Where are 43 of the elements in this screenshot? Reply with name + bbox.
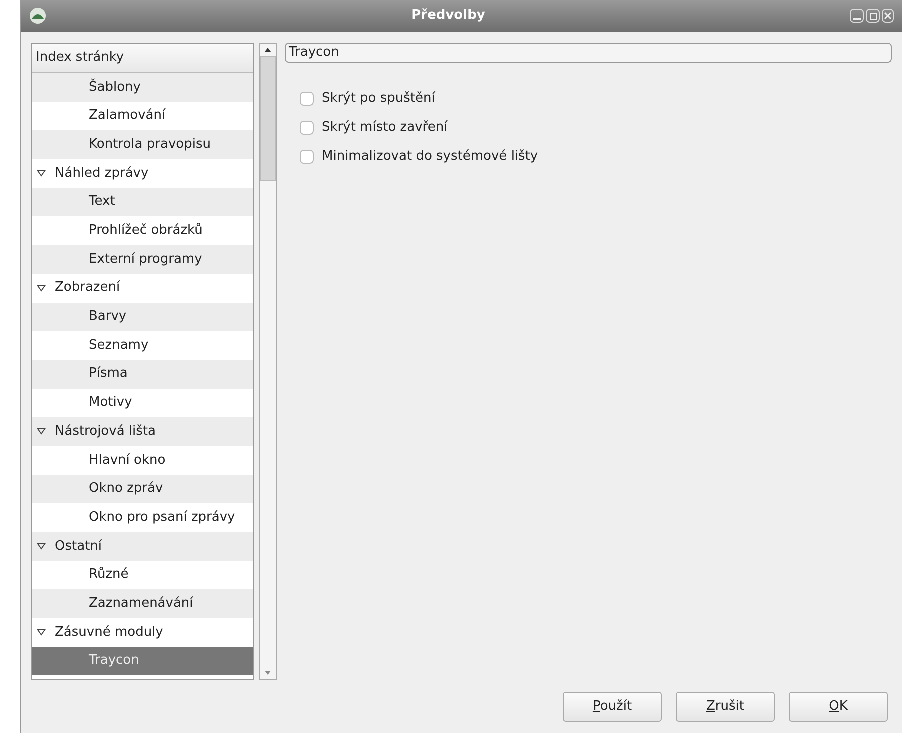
tree-group[interactable]: Ostatní [32,532,253,561]
window-title: Předvolby [410,7,486,26]
checkbox-label: Skrýt po spuštění [322,90,436,108]
tree-item[interactable]: Externí programy [32,245,253,274]
checkbox-label: Minimalizovat do systémové lišty [322,148,538,166]
expanded-arrow-icon[interactable] [37,168,46,178]
expanded-arrow-icon[interactable] [37,628,46,637]
checkbox[interactable] [300,92,314,106]
tree-item[interactable]: Zalamování [32,102,253,130]
tree-item[interactable]: Kontrola pravopisu [32,130,253,160]
tree-item[interactable]: Různé [32,560,253,590]
close-icon [884,12,892,20]
dialog-button[interactable]: OK [789,692,888,722]
tree-group-label: Zobrazení [55,279,120,298]
page-title-field: Traycon [285,43,892,63]
minimize-button[interactable] [850,9,864,23]
tree-item[interactable]: Šablony [32,73,253,102]
tree-item[interactable]: Písma [32,360,253,389]
checkbox[interactable] [300,150,314,164]
tree-item[interactable]: Text [32,188,253,216]
tree-item[interactable]: Okno zpráv [32,474,253,504]
dialog-button[interactable]: Zrušit [676,692,775,722]
tree-group-label: Nástrojová lišta [55,422,156,441]
checkbox[interactable] [300,121,314,135]
expanded-arrow-icon[interactable] [37,284,46,293]
tree-group-label: Zásuvné moduly [55,624,164,642]
expanded-arrow-icon[interactable] [37,427,46,436]
tree-item[interactable]: Motivy [32,388,253,418]
tree-item[interactable]: Zaznamenávání [32,589,253,618]
tree-group-label: Náhled zprávy [55,164,149,183]
dialog-button[interactable]: Použít [563,692,662,722]
app-icon [29,7,47,25]
expanded-arrow-icon[interactable] [37,542,46,551]
column-header: Index stránky [32,44,253,73]
tree-group-label: Ostatní [55,538,102,556]
close-button[interactable] [882,9,894,23]
tree-item[interactable]: Barvy [32,302,253,332]
scrollbar[interactable] [259,43,277,680]
tree-item[interactable]: Traycon [32,646,253,676]
scrollbar-thumb[interactable] [260,56,276,181]
maximize-button[interactable] [866,9,880,23]
tree-group[interactable]: Nástrojová lišta [32,417,253,446]
checkbox-label: Skrýt místo zavření [322,119,448,138]
